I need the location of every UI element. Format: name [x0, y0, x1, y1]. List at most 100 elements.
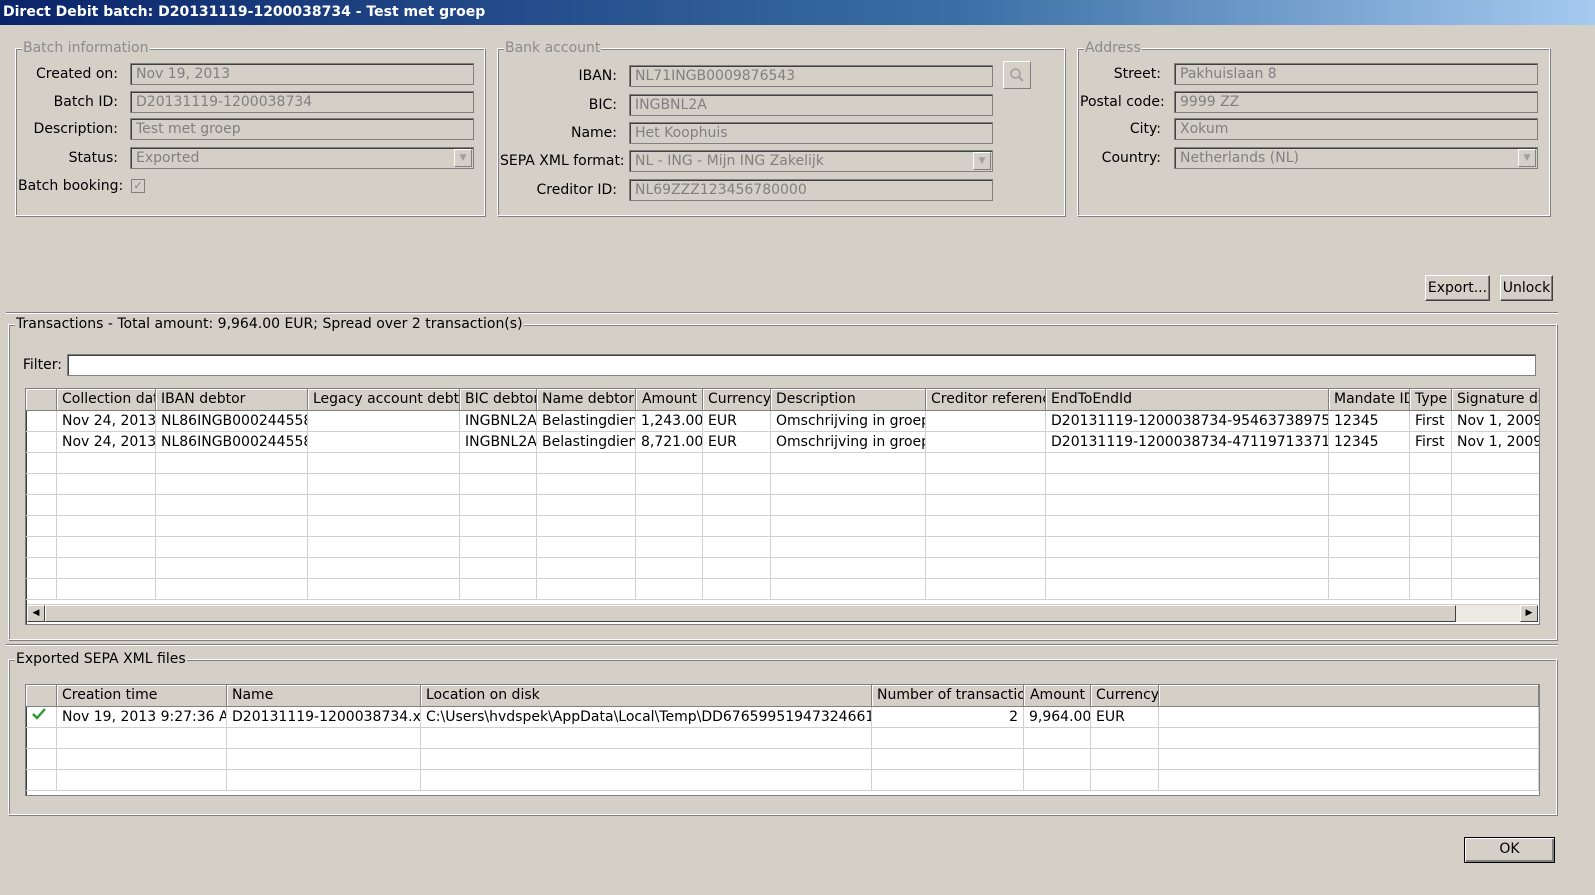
- column-header-creditor-reference[interactable]: Creditor reference: [926, 389, 1046, 411]
- column-header-type[interactable]: Type: [1410, 389, 1452, 411]
- column-header-blank[interactable]: [26, 685, 57, 707]
- table-cell: 12345: [1329, 411, 1410, 432]
- table-cell: [537, 537, 636, 558]
- street-field[interactable]: Pakhuislaan 8: [1174, 63, 1538, 85]
- table-cell: [1159, 749, 1539, 770]
- transactions-table[interactable]: Collection dateIBAN debtorLegacy account…: [25, 388, 1540, 625]
- table-cell: [1046, 495, 1329, 516]
- table-cell: [1410, 558, 1452, 579]
- table-row[interactable]: [26, 453, 1539, 474]
- table-cell: [26, 749, 57, 770]
- column-header-currency[interactable]: Currency: [1091, 685, 1159, 707]
- created-on-field[interactable]: Nov 19, 2013: [130, 63, 474, 85]
- column-header-mandate-id[interactable]: Mandate ID: [1329, 389, 1410, 411]
- scroll-right-icon[interactable]: ▶: [1520, 605, 1538, 622]
- table-cell: [156, 537, 308, 558]
- table-cell: [1159, 707, 1539, 728]
- table-cell: [1329, 537, 1410, 558]
- city-field[interactable]: Xokum: [1174, 118, 1538, 140]
- table-cell: Nov 1, 2009: [1452, 432, 1539, 453]
- column-header-blank[interactable]: [26, 389, 57, 411]
- column-header-name[interactable]: Name: [227, 685, 421, 707]
- column-header-name-debtor[interactable]: Name debtor: [537, 389, 636, 411]
- creditor-id-field[interactable]: NL69ZZZ123456780000: [629, 179, 993, 201]
- table-cell: [1410, 474, 1452, 495]
- iban-search-button[interactable]: [1003, 61, 1031, 89]
- table-cell: [1329, 495, 1410, 516]
- column-header-creation-time[interactable]: Creation time: [57, 685, 227, 707]
- column-header-number-of-transactions[interactable]: Number of transactions: [872, 685, 1024, 707]
- column-header-signature-dat[interactable]: Signature dat: [1452, 389, 1539, 411]
- export-button[interactable]: Export...: [1425, 275, 1490, 301]
- ok-button[interactable]: OK: [1464, 837, 1555, 863]
- name-field[interactable]: Het Koophuis: [629, 122, 993, 144]
- scroll-left-icon[interactable]: ◀: [27, 605, 45, 622]
- table-cell: [636, 537, 703, 558]
- column-header-location-on-disk[interactable]: Location on disk: [421, 685, 872, 707]
- sepa-xml-format-select[interactable]: NL - ING - Mijn ING Zakelijk ▼: [629, 150, 993, 172]
- scrollbar-thumb[interactable]: [45, 605, 1456, 622]
- table-row[interactable]: [26, 770, 1539, 791]
- chevron-down-icon[interactable]: ▼: [973, 152, 991, 170]
- table-cell: [872, 770, 1024, 791]
- country-select[interactable]: Netherlands (NL) ▼: [1174, 147, 1538, 169]
- table-cell: [1410, 537, 1452, 558]
- postal-code-field[interactable]: 9999 ZZ: [1174, 91, 1538, 113]
- table-cell: [636, 474, 703, 495]
- table-cell: [26, 411, 57, 432]
- table-cell: [926, 474, 1046, 495]
- column-header-currency[interactable]: Currency: [703, 389, 771, 411]
- table-cell: Nov 19, 2013 9:27:36 AM: [57, 707, 227, 728]
- table-row[interactable]: [26, 537, 1539, 558]
- exported-files-legend: Exported SEPA XML files: [15, 651, 187, 667]
- table-cell: [1024, 770, 1091, 791]
- column-header-amount[interactable]: Amount: [1024, 685, 1091, 707]
- status-select[interactable]: Exported ▼: [130, 147, 474, 169]
- status-label: Status:: [68, 150, 118, 166]
- table-cell: [57, 770, 227, 791]
- green-checkmark-icon: [32, 708, 46, 720]
- table-cell: [26, 516, 57, 537]
- batch-id-field[interactable]: D20131119-1200038734: [130, 91, 474, 113]
- table-row[interactable]: Nov 24, 2013 NL86INGB0002445588 INGBNL2A Be…: [26, 411, 1539, 432]
- table-cell: [1329, 558, 1410, 579]
- horizontal-scrollbar[interactable]: ◀ ▶: [27, 604, 1538, 622]
- column-header-description[interactable]: Description: [771, 389, 926, 411]
- table-cell: [771, 537, 926, 558]
- table-row[interactable]: [26, 749, 1539, 770]
- column-header-amount[interactable]: Amount: [636, 389, 703, 411]
- table-cell: 1,243.00: [636, 411, 703, 432]
- table-row[interactable]: [26, 558, 1539, 579]
- table-cell: [1159, 770, 1539, 791]
- table-cell: [1452, 558, 1539, 579]
- table-row[interactable]: [26, 474, 1539, 495]
- chevron-down-icon[interactable]: ▼: [1518, 149, 1536, 167]
- table-cell: [926, 411, 1046, 432]
- column-header-bic-debtor[interactable]: BIC debtor: [460, 389, 537, 411]
- column-header-collection-date[interactable]: Collection date: [57, 389, 156, 411]
- column-header-iban-debtor[interactable]: IBAN debtor: [156, 389, 308, 411]
- table-cell: [308, 579, 460, 600]
- filter-input[interactable]: [67, 354, 1536, 376]
- column-header-legacy-account-debtor[interactable]: Legacy account debtor: [308, 389, 460, 411]
- batch-booking-checkbox[interactable]: ✓: [131, 179, 145, 193]
- column-header-endtoendid[interactable]: EndToEndId: [1046, 389, 1329, 411]
- table-row[interactable]: [26, 495, 1539, 516]
- column-header-blank[interactable]: [1159, 685, 1539, 707]
- table-cell: [926, 516, 1046, 537]
- iban-field[interactable]: NL71INGB0009876543: [629, 65, 993, 87]
- table-row[interactable]: Nov 24, 2013 NL86INGB0002445588 INGBNL2A Be…: [26, 432, 1539, 453]
- table-cell: [460, 453, 537, 474]
- table-row[interactable]: Nov 19, 2013 9:27:36 AM D20131119-1200038…: [26, 707, 1539, 728]
- filter-label: Filter:: [22, 357, 62, 373]
- exported-files-table[interactable]: Creation time Name Location on disk Number …: [25, 684, 1540, 796]
- table-row[interactable]: [26, 579, 1539, 600]
- table-cell: [227, 749, 421, 770]
- unlock-button[interactable]: Unlock: [1500, 275, 1553, 301]
- table-row[interactable]: [26, 516, 1539, 537]
- chevron-down-icon[interactable]: ▼: [454, 149, 472, 167]
- table-cell: [1329, 516, 1410, 537]
- table-row[interactable]: [26, 728, 1539, 749]
- bic-field[interactable]: INGBNL2A: [629, 94, 993, 116]
- description-field[interactable]: Test met groep: [130, 118, 474, 140]
